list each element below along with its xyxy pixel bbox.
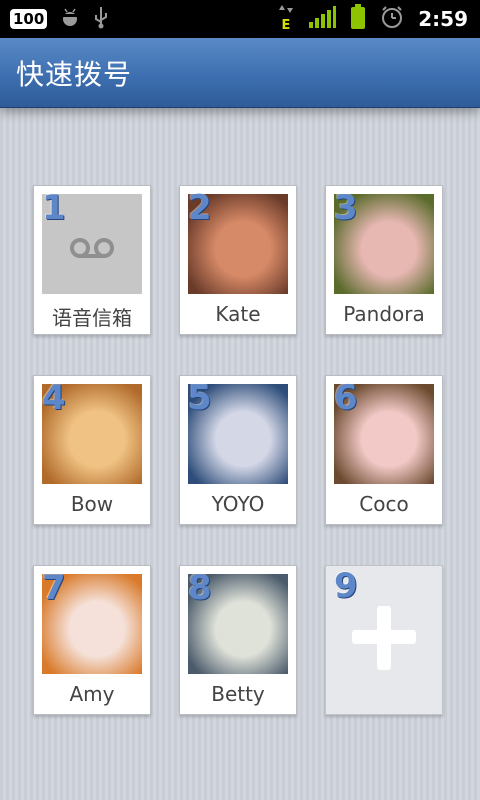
speed-dial-tile[interactable]: 6 Coco <box>325 375 443 525</box>
speed-dial-number: 1 <box>42 188 66 228</box>
battery-percent-badge: 100 <box>10 9 48 29</box>
contact-name: 语音信箱 <box>52 306 132 330</box>
speed-dial-tile[interactable]: 8 Betty <box>179 565 297 715</box>
speed-dial-number: 7 <box>42 568 66 608</box>
signal-strength-icon <box>308 5 337 33</box>
contact-name: Kate <box>215 302 261 326</box>
battery-icon <box>350 4 366 34</box>
alarm-clock-icon <box>380 5 404 33</box>
usb-icon <box>93 5 109 33</box>
page-title: 快速拨号 <box>16 57 133 91</box>
status-clock: 2:59 <box>418 7 468 31</box>
data-transfer-icon: E <box>278 3 294 35</box>
speed-dial-number: 3 <box>334 188 358 228</box>
speed-dial-number: 9 <box>334 566 358 606</box>
speed-dial-number: 4 <box>42 378 66 418</box>
speed-dial-tile[interactable]: 7 Amy <box>33 565 151 715</box>
title-bar: 快速拨号 <box>0 38 480 108</box>
speed-dial-number: 6 <box>334 378 358 418</box>
speed-dial-number: 2 <box>188 188 212 228</box>
speed-dial-tile[interactable]: 5 YOYO <box>179 375 297 525</box>
contact-name: Pandora <box>343 302 425 326</box>
add-speed-dial-tile[interactable]: 9 <box>325 565 443 715</box>
contact-name: Coco <box>359 492 409 516</box>
status-bar: 100 E 2:59 <box>0 0 480 38</box>
speed-dial-tile[interactable]: 2 Kate <box>179 185 297 335</box>
speed-dial-number: 8 <box>188 568 212 608</box>
contact-name: YOYO <box>211 492 265 516</box>
speed-dial-tile[interactable]: 1 语音信箱 <box>33 185 151 335</box>
plus-icon <box>352 606 416 670</box>
speed-dial-tile[interactable]: 3 Pandora <box>325 185 443 335</box>
network-type-label: E <box>282 18 291 31</box>
android-debug-icon <box>59 6 81 32</box>
contact-name: Betty <box>211 682 265 706</box>
speed-dial-tile[interactable]: 4 Bow <box>33 375 151 525</box>
contact-name: Amy <box>69 682 115 706</box>
speed-dial-number: 5 <box>188 378 212 418</box>
contact-name: Bow <box>70 492 114 516</box>
